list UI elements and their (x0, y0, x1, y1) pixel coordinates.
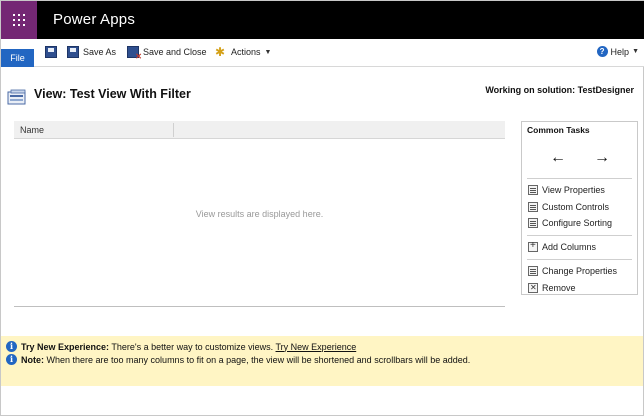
info-icon: i (6, 341, 17, 352)
task-change-properties[interactable]: Change Properties (528, 266, 617, 276)
app-header: Power Apps (1, 1, 644, 39)
try-new-experience-link[interactable]: Try New Experience (276, 342, 357, 352)
save-as-label: Save As (83, 47, 117, 57)
divider (527, 235, 632, 236)
grid-header: Name (14, 121, 505, 139)
help-menu-button[interactable]: ? Help ▼ (596, 46, 639, 57)
task-label: View Properties (542, 185, 605, 195)
task-add-columns[interactable]: Add Columns (528, 240, 597, 252)
save-icon (45, 46, 57, 58)
view-properties-icon (528, 185, 538, 195)
view-icon (7, 89, 26, 105)
common-tasks-panel: Common Tasks ← → View Properties Custom … (521, 121, 638, 295)
save-and-close-label: Save and Close (143, 47, 207, 57)
save-and-close-icon (127, 46, 142, 61)
info-icon: i (6, 354, 17, 365)
notification-try-new-experience: i Try New Experience: There's a better w… (6, 341, 356, 352)
notification-prefix: Note: (21, 354, 44, 365)
common-tasks-title: Common Tasks (527, 125, 590, 135)
task-configure-sorting[interactable]: Configure Sorting (528, 218, 612, 228)
actions-icon: ✱ (215, 45, 226, 59)
notification-prefix: Try New Experience: (21, 341, 110, 352)
notification-note: i Note: When there are too many columns … (6, 354, 470, 365)
save-as-button[interactable]: Save As (67, 44, 116, 60)
notification-bar: i Try New Experience: There's a better w… (1, 336, 643, 386)
notification-text: When there are too many columns to fit o… (44, 354, 471, 365)
task-label: Configure Sorting (542, 218, 613, 228)
task-label: Custom Controls (542, 202, 610, 212)
task-view-properties[interactable]: View Properties (528, 185, 605, 195)
task-remove[interactable]: Remove (528, 283, 576, 293)
configure-sorting-icon (528, 218, 538, 228)
remove-icon (528, 283, 538, 293)
chevron-down-icon: ▼ (264, 48, 272, 56)
task-label: Add Columns (542, 242, 597, 252)
view-results-grid: Name View results are displayed here. (14, 121, 505, 307)
add-columns-icon (528, 240, 538, 252)
app-launcher-button[interactable] (1, 1, 37, 39)
save-button[interactable] (45, 44, 57, 60)
solution-label: Working on solution: TestDesigner (485, 85, 634, 95)
column-header-name[interactable]: Name (20, 125, 44, 135)
help-label: Help (610, 46, 630, 57)
save-as-icon (67, 46, 79, 58)
actions-label: Actions (231, 47, 261, 57)
column-separator[interactable] (173, 123, 174, 137)
help-icon: ? (596, 46, 608, 57)
chevron-down-icon: ▼ (632, 48, 639, 55)
task-label: Change Properties (542, 266, 618, 276)
task-label: Remove (542, 283, 576, 293)
divider (527, 178, 632, 179)
app-title: Power Apps (53, 11, 136, 28)
custom-controls-icon (528, 202, 538, 212)
move-right-arrow-icon[interactable]: → (594, 149, 610, 167)
task-custom-controls[interactable]: Custom Controls (528, 202, 609, 212)
divider (527, 259, 632, 260)
file-button[interactable]: File (1, 49, 34, 67)
waffle-icon (13, 14, 25, 26)
save-and-close-button[interactable]: Save and Close (127, 44, 207, 61)
notification-text: There's a better way to customize views. (109, 341, 276, 352)
move-left-arrow-icon[interactable]: ← (550, 149, 566, 167)
change-properties-icon (528, 266, 538, 276)
command-bar: File Save As Save and Close ✱ Actions ▼ … (1, 39, 644, 67)
page-title: View: Test View With Filter (34, 87, 191, 101)
actions-menu-button[interactable]: ✱ Actions ▼ (215, 44, 271, 60)
empty-results-message: View results are displayed here. (195, 209, 324, 219)
